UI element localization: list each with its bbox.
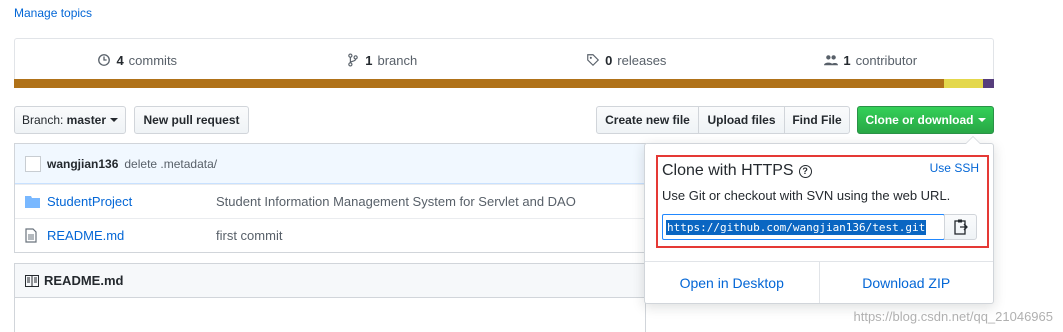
language-segment[interactable]	[14, 79, 945, 88]
branches-stat[interactable]: 1 branch	[260, 53, 505, 68]
folder-icon	[25, 195, 41, 208]
commits-count: 4	[116, 52, 124, 68]
file-commit-message[interactable]: first commit	[216, 228, 282, 243]
releases-label: releases	[617, 52, 667, 68]
upload-files-button[interactable]: Upload files	[698, 106, 785, 134]
repo-stats-bar: 4 commits 1 branch 0 releases 1 contribu…	[14, 38, 994, 88]
book-icon	[25, 274, 39, 287]
open-in-desktop-link[interactable]: Open in Desktop	[645, 262, 819, 303]
tag-icon	[587, 54, 600, 67]
avatar[interactable]	[25, 155, 41, 172]
file-icon	[25, 228, 41, 243]
clone-url-input[interactable]: https://github.com/wangjian136/test.git	[662, 214, 945, 240]
create-new-file-button[interactable]: Create new file	[596, 106, 699, 134]
use-ssh-link[interactable]: Use SSH	[930, 161, 979, 175]
branch-icon	[348, 53, 359, 67]
branch-count: 1	[365, 52, 373, 68]
clone-dropdown: Clone with HTTPS ? Use SSH Use Git or ch…	[644, 136, 994, 304]
latest-commit-bar: wangjian136 delete .metadata/	[15, 144, 646, 184]
commit-author[interactable]: wangjian136	[47, 157, 118, 171]
copy-to-clipboard-button[interactable]	[944, 214, 977, 240]
download-zip-link[interactable]: Download ZIP	[818, 262, 994, 303]
table-row[interactable]: StudentProject Student Information Manag…	[15, 184, 646, 218]
releases-count: 0	[605, 52, 613, 68]
watermark: https://blog.csdn.net/qq_21046965	[853, 309, 1054, 324]
commits-label: commits	[128, 52, 178, 68]
table-row[interactable]: README.md first commit	[15, 218, 646, 252]
file-table: wangjian136 delete .metadata/ StudentPro…	[14, 143, 646, 253]
readme-box: README.md	[14, 263, 646, 332]
releases-stat[interactable]: 0 releases	[504, 53, 749, 68]
readme-header: README.md	[15, 264, 645, 298]
new-pull-request-button[interactable]: New pull request	[134, 106, 249, 134]
clipboard-icon	[953, 219, 968, 235]
clone-title: Clone with HTTPS ?	[662, 162, 812, 180]
question-icon[interactable]: ?	[798, 164, 812, 178]
branch-prefix: Branch:	[21, 113, 64, 127]
language-bar[interactable]	[14, 79, 994, 88]
clone-footer: Open in Desktop Download ZIP	[645, 261, 993, 303]
manage-topics-link[interactable]: Manage topics	[14, 6, 92, 20]
clone-highlight-box: Clone with HTTPS ? Use SSH Use Git or ch…	[656, 155, 989, 248]
clone-or-download-label: Clone or download	[865, 113, 974, 127]
branch-label: branch	[377, 52, 418, 68]
contributor-count: 1	[843, 52, 851, 68]
branch-name: master	[66, 113, 107, 127]
commit-message[interactable]: delete .metadata/	[124, 157, 217, 171]
readme-title: README.md	[44, 273, 124, 288]
file-name-link[interactable]: README.md	[47, 228, 216, 243]
branch-select-button[interactable]: Branch: master	[14, 106, 126, 134]
file-commit-message[interactable]: Student Information Management System fo…	[216, 194, 576, 209]
clone-description: Use Git or checkout with SVN using the w…	[662, 188, 951, 203]
commits-stat[interactable]: 4 commits	[15, 53, 260, 68]
people-icon	[824, 55, 839, 66]
clone-url-text: https://github.com/wangjian136/test.git	[666, 219, 927, 235]
contributor-label: contributor	[855, 52, 918, 68]
chevron-down-icon	[110, 118, 119, 122]
language-segment[interactable]	[944, 79, 984, 88]
chevron-down-icon	[977, 118, 986, 122]
file-name-link[interactable]: StudentProject	[47, 194, 216, 209]
history-icon	[98, 54, 111, 66]
clone-or-download-button[interactable]: Clone or download	[857, 106, 994, 134]
clone-title-text: Clone with HTTPS	[662, 162, 794, 179]
find-file-button[interactable]: Find File	[784, 106, 850, 134]
language-segment[interactable]	[983, 79, 994, 88]
contributors-stat[interactable]: 1 contributor	[749, 53, 994, 68]
